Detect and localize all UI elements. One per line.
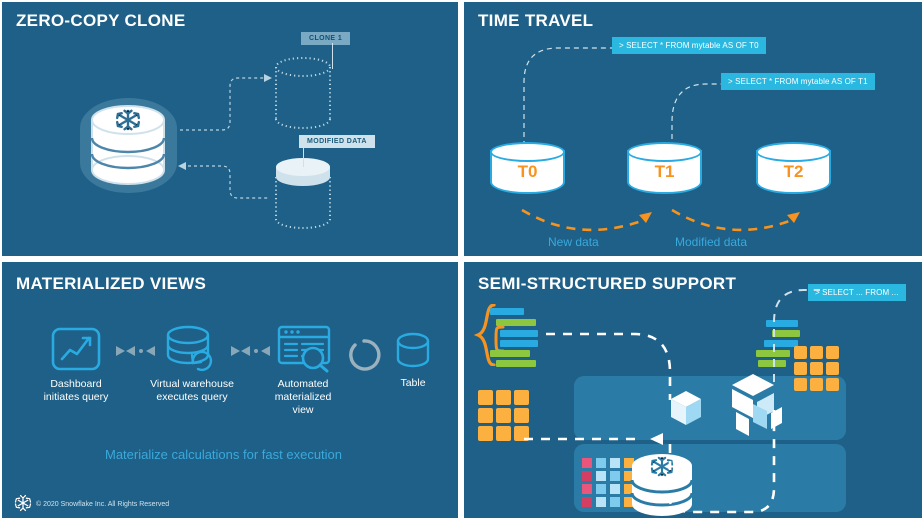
- mv-step-virtual-warehouse-caption: Virtual warehouse executes query: [150, 378, 234, 403]
- materialized-views-tagline: Materialize calculations for fast execut…: [105, 447, 343, 462]
- clone-connectors: [178, 74, 272, 199]
- panel-semi-structured: SEMI-STRUCTURED SUPPORT > SELECT ... FRO…: [464, 262, 922, 518]
- mv-step-materialized-view: Automated materialized view: [257, 325, 349, 417]
- time-cylinder-t1: T1: [627, 142, 702, 200]
- tag-modified-data-leader: [303, 145, 304, 167]
- snowflake-logo: [14, 494, 32, 512]
- time-cylinder-t2-label: T2: [783, 162, 804, 181]
- panel-materialized-views: MATERIALIZED VIEWS Dashboard initiates q…: [2, 262, 458, 518]
- refresh-cycle-icon: [347, 338, 381, 377]
- dashboard-chart-icon: [51, 327, 101, 371]
- time-cylinder-t0-label: T0: [517, 162, 538, 181]
- slide-board: ZERO-COPY CLONE CLONE 1 MODIFIED DATA TI…: [0, 0, 924, 520]
- mv-step-virtual-warehouse: Virtual warehouse executes query: [140, 324, 244, 404]
- sql-query-t1[interactable]: > SELECT * FROM mytable AS OF T1: [721, 73, 875, 90]
- semi-structured-query-leader: [773, 289, 820, 382]
- mv-step-table-caption: Table: [400, 377, 426, 389]
- time-cylinder-t1-label: T1: [654, 162, 675, 181]
- time-cylinder-t0: T0: [490, 142, 565, 200]
- source-database-icon: [80, 98, 177, 193]
- transition-label-new-data: New data: [548, 235, 599, 249]
- panel-zero-copy-clone: ZERO-COPY CLONE CLONE 1 MODIFIED DATA: [2, 2, 458, 256]
- time-cylinder-t2: T2: [756, 142, 831, 200]
- transition-label-modified-data: Modified data: [675, 235, 748, 249]
- copyright-text: © 2020 Snowflake Inc. All Rights Reserve…: [36, 501, 170, 508]
- panel-title-time-travel: TIME TRAVEL: [478, 11, 594, 30]
- panel-time-travel: TIME TRAVEL > SELECT * FROM mytable AS O…: [464, 2, 922, 256]
- sql-query-t0[interactable]: > SELECT * FROM mytable AS OF T0: [612, 37, 766, 54]
- mv-step-dashboard: Dashboard initiates query: [27, 327, 125, 404]
- tag-modified-data: MODIFIED DATA: [299, 135, 375, 148]
- panel-title-zero-copy-clone: ZERO-COPY CLONE: [16, 11, 186, 30]
- tag-clone-1-leader: [332, 43, 333, 69]
- mv-step-table: Table: [382, 332, 444, 390]
- table-cylinder-icon: [396, 332, 430, 368]
- mv-step-materialized-view-caption: Automated materialized view: [274, 378, 332, 416]
- panel-title-semi-structured: SEMI-STRUCTURED SUPPORT: [478, 274, 737, 293]
- panel-title-materialized-views: MATERIALIZED VIEWS: [16, 274, 207, 293]
- materialized-view-icon: [277, 325, 331, 373]
- mv-step-dashboard-caption: Dashboard initiates query: [43, 378, 109, 403]
- tag-clone-1: CLONE 1: [301, 32, 351, 45]
